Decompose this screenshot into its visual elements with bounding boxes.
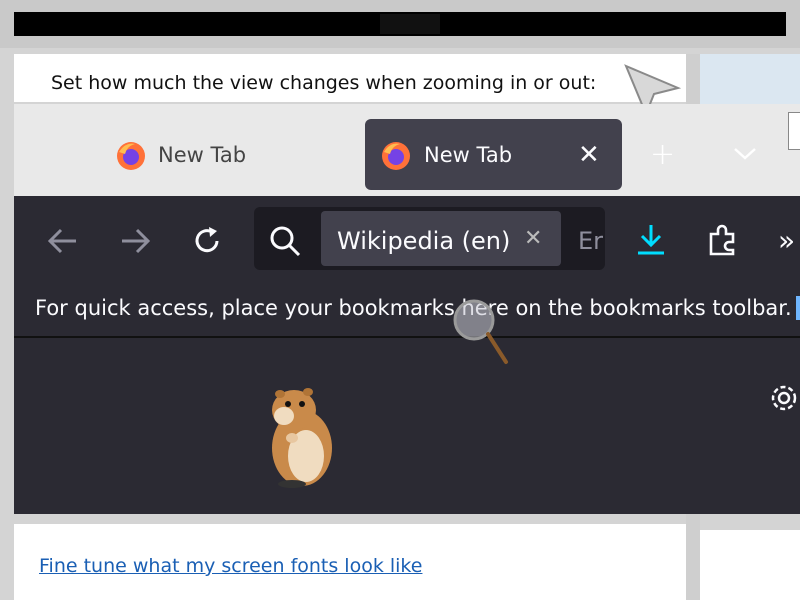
right-pane [700, 54, 800, 104]
hamster-image [272, 388, 332, 488]
close-tab-button[interactable]: ✕ [578, 140, 600, 170]
window-control[interactable] [788, 112, 800, 150]
search-icon [270, 226, 301, 257]
right-pane-bottom [700, 530, 800, 600]
gear-icon[interactable] [766, 380, 800, 416]
search-engine-label: Wikipedia (en) [337, 227, 511, 255]
new-tab-content [14, 338, 800, 514]
magnifier-icon [453, 299, 508, 364]
screen-fonts-link[interactable]: Fine tune what my screen fonts look like [39, 555, 422, 577]
new-tab-button[interactable]: + [650, 140, 675, 170]
tab-label: New Tab [158, 143, 247, 167]
back-arrow-icon[interactable] [46, 226, 80, 256]
url-input-text[interactable]: Er [578, 227, 604, 255]
bookmarks-link-fragment[interactable] [796, 296, 800, 320]
chevron-down-icon[interactable] [733, 146, 757, 162]
firefox-icon [382, 142, 410, 170]
puzzle-icon[interactable] [706, 222, 740, 258]
toolbar-overflow-button[interactable]: » [778, 226, 795, 256]
reload-icon[interactable] [190, 224, 224, 258]
zoom-description: Set how much the view changes when zoomi… [51, 72, 597, 94]
download-icon[interactable] [634, 222, 668, 258]
forward-arrow-icon[interactable] [118, 226, 152, 256]
tab-label: New Tab [424, 143, 513, 167]
clear-search-engine-button[interactable]: ✕ [524, 226, 542, 251]
bookmarks-hint: For quick access, place your bookmarks h… [35, 296, 792, 320]
firefox-icon [117, 142, 145, 170]
title-bar-highlight [380, 14, 440, 34]
